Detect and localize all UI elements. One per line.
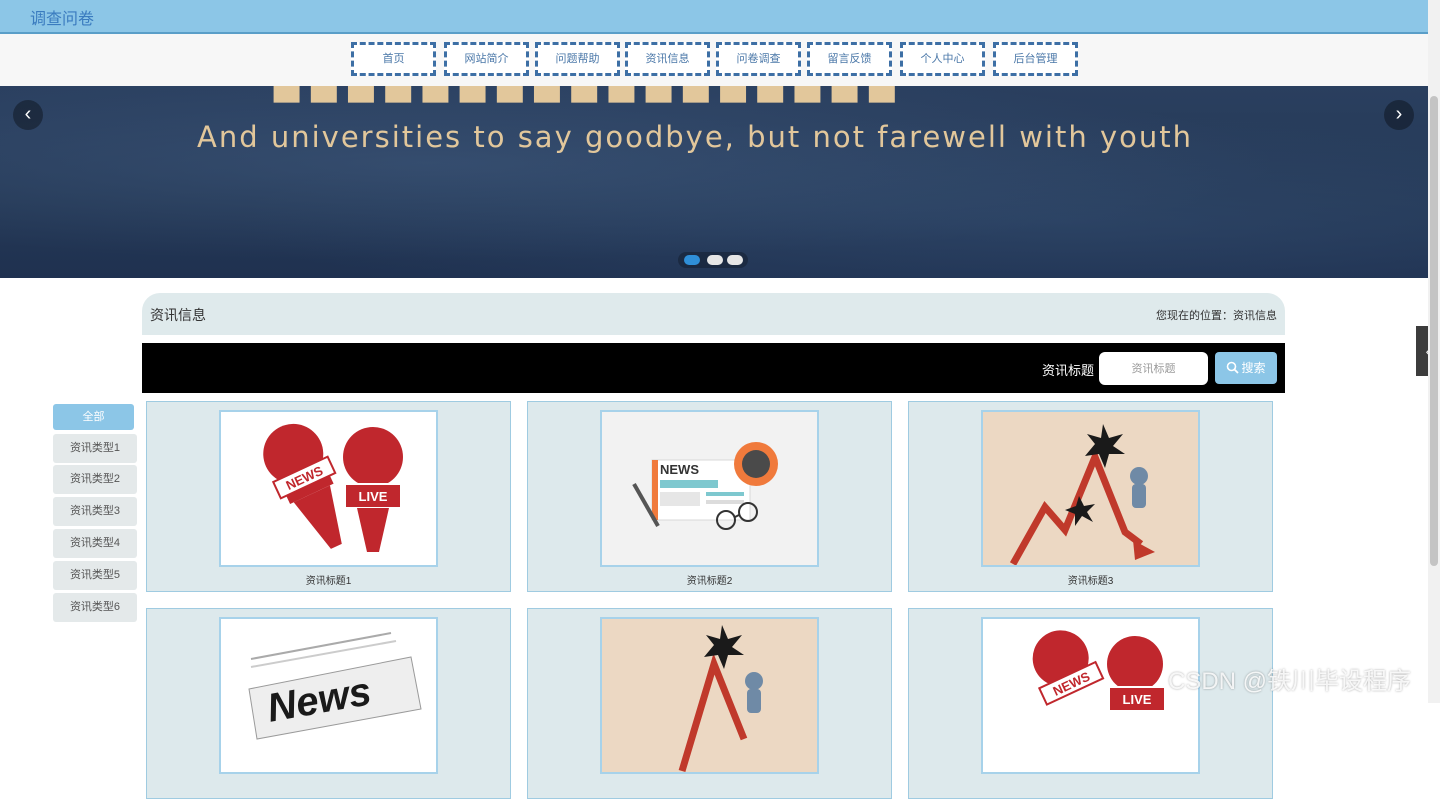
news-card[interactable]: NEWS 资讯标题2 [527, 401, 892, 592]
nav-item-survey[interactable]: 问卷调查 [716, 42, 801, 76]
top-bar: 调查问卷 [0, 0, 1428, 34]
section-title: 资讯信息 [150, 307, 206, 323]
category-type-4[interactable]: 资讯类型4 [53, 529, 137, 558]
carousel-next-button[interactable]: › [1384, 100, 1414, 130]
chevron-left-icon: ‹ [24, 103, 32, 125]
news-microphones-image: NEWS LIVE [219, 410, 438, 567]
carousel-dot-3[interactable] [727, 255, 743, 265]
search-bar: 资讯标题 搜索 [142, 343, 1285, 393]
search-input[interactable] [1099, 352, 1208, 385]
carousel-dot-1[interactable] [684, 255, 700, 265]
nav-item-home[interactable]: 首页 [351, 42, 436, 76]
carousel-prev-button[interactable]: ‹ [13, 100, 43, 130]
banner-slogan: And universities to say goodbye, but not… [197, 120, 1193, 154]
news-title[interactable]: 资讯标题1 [147, 572, 510, 587]
search-icon [1227, 361, 1240, 374]
section-header: 资讯信息 您现在的位置：资讯信息 [142, 293, 1285, 335]
banner-carousel: ◼◼◼◼◼◼◼◼◼◼◼◼◼◼◼◼◼ And universities to sa… [0, 86, 1428, 278]
market-crash-image [981, 410, 1200, 567]
category-all[interactable]: 全部 [53, 404, 134, 430]
nav-item-help[interactable]: 问题帮助 [535, 42, 620, 76]
page-scrollbar[interactable] [1428, 0, 1440, 703]
carousel-indicators [678, 252, 748, 268]
news-title[interactable]: 资讯标题2 [528, 572, 891, 587]
site-title[interactable]: 调查问卷 [30, 5, 94, 29]
banner-heading-cropped: ◼◼◼◼◼◼◼◼◼◼◼◼◼◼◼◼◼ [270, 86, 903, 109]
nav-item-admin[interactable]: 后台管理 [993, 42, 1078, 76]
category-type-5[interactable]: 资讯类型5 [53, 561, 137, 590]
svg-text:NEWS: NEWS [660, 462, 699, 477]
search-label: 资讯标题 [1042, 363, 1095, 378]
chevron-right-icon: › [1395, 103, 1403, 125]
news-title[interactable]: 资讯标题3 [909, 572, 1272, 587]
nav-item-feedback[interactable]: 留言反馈 [807, 42, 892, 76]
nav-item-about[interactable]: 网站简介 [444, 42, 529, 76]
scrollbar-thumb[interactable] [1430, 96, 1438, 566]
svg-text:LIVE: LIVE [359, 489, 388, 504]
breadcrumb-current[interactable]: 资讯信息 [1233, 310, 1277, 322]
category-type-1[interactable]: 资讯类型1 [53, 434, 137, 463]
search-button[interactable]: 搜索 [1215, 352, 1277, 384]
breadcrumb-label: 您现在的位置： [1156, 310, 1233, 322]
search-button-label: 搜索 [1241, 361, 1266, 375]
category-type-3[interactable]: 资讯类型3 [53, 497, 137, 526]
news-paper-image: News [219, 617, 438, 774]
svg-text:LIVE: LIVE [1123, 692, 1152, 707]
watermark: CSDN @铁川毕设程序 [1168, 668, 1412, 695]
category-type-2[interactable]: 资讯类型2 [53, 465, 137, 494]
news-card[interactable]: NEWS LIVE [908, 608, 1273, 799]
category-type-6[interactable]: 资讯类型6 [53, 593, 137, 622]
news-card[interactable]: NEWS LIVE 资讯标题1 [146, 401, 511, 592]
newspaper-coffee-image: NEWS [600, 410, 819, 567]
nav-item-news[interactable]: 资讯信息 [625, 42, 710, 76]
news-card[interactable]: News [146, 608, 511, 799]
nav-item-profile[interactable]: 个人中心 [900, 42, 985, 76]
news-card[interactable]: 资讯标题3 [908, 401, 1273, 592]
market-crash-image [600, 617, 819, 774]
breadcrumb: 您现在的位置：资讯信息 [1156, 307, 1277, 323]
nav-bar: 首页 网站简介 问题帮助 资讯信息 问卷调查 留言反馈 个人中心 后台管理 [0, 34, 1428, 86]
news-card[interactable] [527, 608, 892, 799]
carousel-dot-2[interactable] [707, 255, 723, 265]
